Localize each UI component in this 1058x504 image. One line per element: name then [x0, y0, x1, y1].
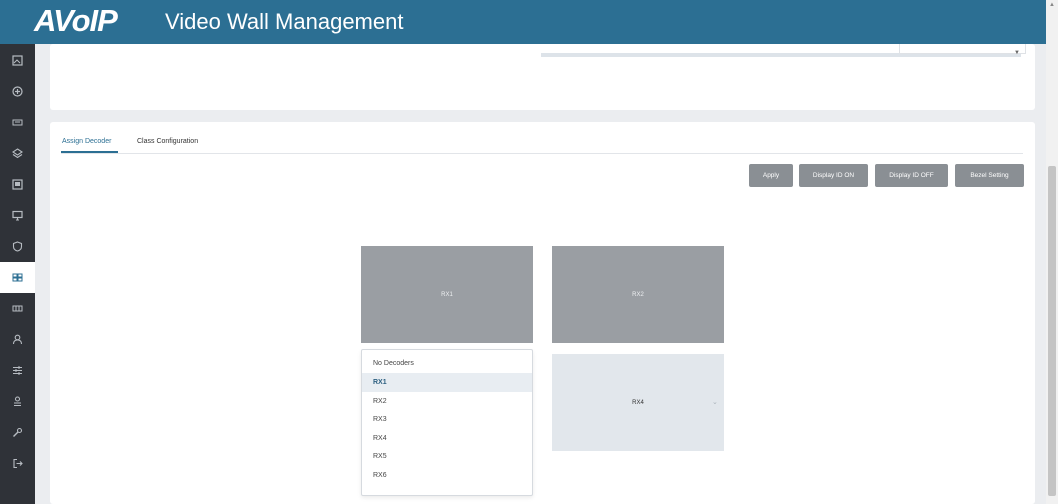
avoip-logo: AVoIP — [34, 3, 118, 38]
dropdown-option[interactable]: RX2 — [362, 392, 532, 411]
chevron-down-icon[interactable]: ⌄ — [712, 398, 718, 406]
top-panel: ▼ — [50, 44, 1035, 110]
sidebar-item-monitor[interactable] — [0, 200, 35, 231]
tab-assign-decoder[interactable]: Assign Decoder — [62, 138, 111, 145]
sidebar-item-tools[interactable] — [0, 417, 35, 448]
dropdown-option[interactable]: RX4 — [362, 429, 532, 448]
circle-plus-icon — [12, 86, 23, 97]
sidebar-item-users[interactable] — [0, 324, 35, 355]
sidebar-item-settings[interactable] — [0, 355, 35, 386]
sidebar — [0, 44, 35, 504]
sidebar-item-security[interactable] — [0, 231, 35, 262]
sidebar-item-admin[interactable] — [0, 386, 35, 417]
tab-divider — [61, 153, 1023, 154]
screen-label: RX2 — [632, 291, 644, 298]
user-icon — [12, 334, 23, 345]
scroll-thumb[interactable] — [1048, 166, 1056, 496]
app-header: AVoIP Video Wall Management — [0, 0, 1046, 44]
dropdown-option[interactable]: RX3 — [362, 410, 532, 429]
logout-icon — [13, 458, 23, 469]
wall-screen-rx1[interactable]: RX1 — [361, 246, 533, 343]
display-id-off-button[interactable]: Display ID OFF — [875, 164, 948, 187]
image-icon — [12, 55, 23, 66]
sidebar-item-video-wall[interactable] — [0, 262, 35, 293]
shield-icon — [12, 241, 23, 252]
user-gear-icon — [14, 396, 21, 407]
dropdown-option[interactable]: RX5 — [362, 447, 532, 466]
sliders-icon — [13, 366, 22, 375]
sidebar-item-keyboard[interactable] — [0, 107, 35, 138]
decoder-dropdown[interactable]: No Decoders RX1 RX2 RX3 RX4 RX5 RX6 — [361, 349, 533, 496]
wrench-icon — [13, 427, 23, 437]
sidebar-item-image[interactable] — [0, 45, 35, 76]
dropdown-option[interactable]: No Decoders — [362, 354, 532, 373]
dropdown-option-selected[interactable]: RX1 — [362, 373, 532, 392]
bezel-setting-button[interactable]: Bezel Setting — [955, 164, 1024, 187]
screen-label: RX1 — [441, 291, 453, 298]
tab-class-configuration[interactable]: Class Configuration — [137, 138, 198, 145]
video-wall-panel: Assign Decoder Class Configuration Apply… — [50, 122, 1035, 504]
page-scrollbar[interactable]: ▲ — [1046, 0, 1058, 504]
apply-button[interactable]: Apply — [749, 164, 793, 187]
monitor-icon — [12, 210, 23, 221]
wall-screen-rx2[interactable]: RX2 — [552, 246, 724, 343]
screen-label: RX4 — [632, 399, 644, 406]
sidebar-item-add[interactable] — [0, 76, 35, 107]
sidebar-item-display[interactable] — [0, 169, 35, 200]
wall-screen-rx4-select[interactable]: RX4 ⌄ — [552, 354, 724, 451]
panel-scroll-box[interactable] — [899, 44, 1026, 54]
app-title: Video Wall Management — [165, 9, 404, 34]
display-icon — [12, 179, 23, 190]
display-id-on-button[interactable]: Display ID ON — [799, 164, 868, 187]
sidebar-item-layers[interactable] — [0, 138, 35, 169]
sidebar-item-logout[interactable] — [0, 448, 35, 479]
grid-icon — [12, 305, 23, 312]
sidebar-item-grid[interactable] — [0, 293, 35, 324]
scroll-up-icon[interactable]: ▲ — [1049, 2, 1055, 8]
dropdown-option[interactable]: RX6 — [362, 466, 532, 485]
chevron-down-icon[interactable]: ▼ — [1014, 50, 1020, 56]
keyboard-icon — [12, 119, 23, 126]
video-wall-icon — [12, 273, 23, 282]
layers-icon — [12, 148, 23, 159]
